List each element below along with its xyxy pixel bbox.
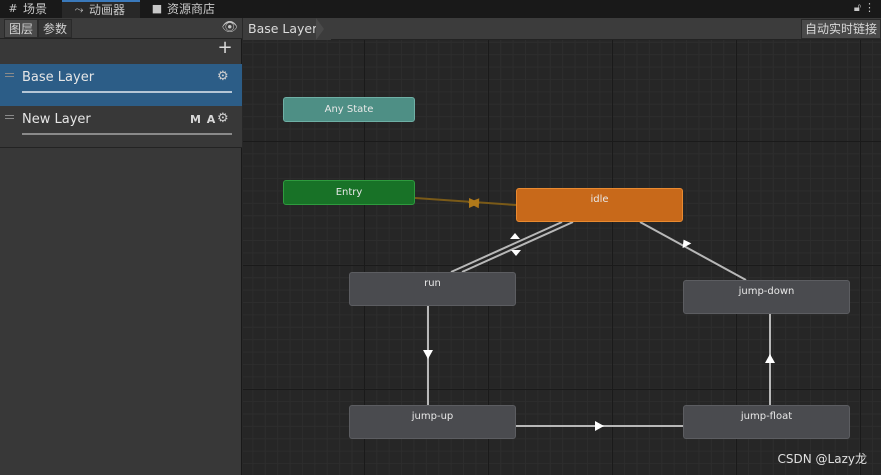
window-tab-bar: # 场景 ⤳ 动画器 ■ 资源商店 🔓︎ ⋮: [0, 0, 881, 18]
layer-weight-bar: [22, 133, 232, 135]
state-jump-up[interactable]: jump-up: [349, 405, 516, 439]
state-entry[interactable]: Entry: [283, 180, 415, 205]
layers-panel-toolbar: 图层 参数 👁︎: [0, 18, 242, 39]
drag-handle-icon[interactable]: [5, 115, 14, 119]
breadcrumb-arrow: [316, 18, 324, 40]
animator-icon: ⤳: [74, 3, 84, 16]
graph-header: Base Layer 自动实时链接: [243, 18, 881, 40]
tab-asset-store[interactable]: ■ 资源商店: [150, 0, 215, 18]
layer-weight-bar: [22, 91, 232, 93]
auto-live-link-button[interactable]: 自动实时链接: [800, 19, 881, 39]
layer-name: Base Layer: [22, 70, 95, 85]
more-menu-icon[interactable]: ⋮: [864, 1, 875, 14]
add-layer-button[interactable]: +: [216, 39, 234, 59]
layers-panel: 图层 参数 👁︎ + Base Layer ⚙ New Layer M A ⚙: [0, 18, 242, 475]
state-jump-float[interactable]: jump-float: [683, 405, 850, 439]
tab-scene-label: 场景: [23, 2, 48, 16]
state-any-state[interactable]: Any State: [283, 97, 415, 122]
state-run[interactable]: run: [349, 272, 516, 306]
state-jump-down[interactable]: jump-down: [683, 280, 850, 314]
gear-icon[interactable]: ⚙: [217, 69, 229, 84]
tab-scene[interactable]: # 场景: [6, 0, 47, 18]
layer-item-base-layer[interactable]: Base Layer ⚙: [0, 64, 242, 106]
layers-tab-button[interactable]: 图层: [4, 19, 39, 38]
layer-item-new-layer[interactable]: New Layer M A ⚙: [0, 106, 242, 148]
tab-animator-label: 动画器: [89, 3, 126, 17]
tab-animator[interactable]: ⤳ 动画器: [62, 0, 140, 18]
state-idle[interactable]: idle: [516, 188, 683, 222]
grid-icon: #: [8, 2, 18, 15]
tab-asset-store-label: 资源商店: [167, 2, 216, 16]
layer-flags: M A: [190, 113, 217, 126]
eye-icon[interactable]: 👁︎: [221, 20, 238, 35]
lock-icon[interactable]: 🔓︎: [854, 1, 861, 15]
parameters-tab-button[interactable]: 参数: [38, 19, 73, 38]
gear-icon[interactable]: ⚙: [217, 111, 229, 126]
watermark: CSDN @Lazy龙: [777, 452, 867, 466]
drag-handle-icon[interactable]: [5, 73, 14, 77]
bag-icon: ■: [151, 2, 163, 15]
layer-name: New Layer: [22, 112, 91, 127]
